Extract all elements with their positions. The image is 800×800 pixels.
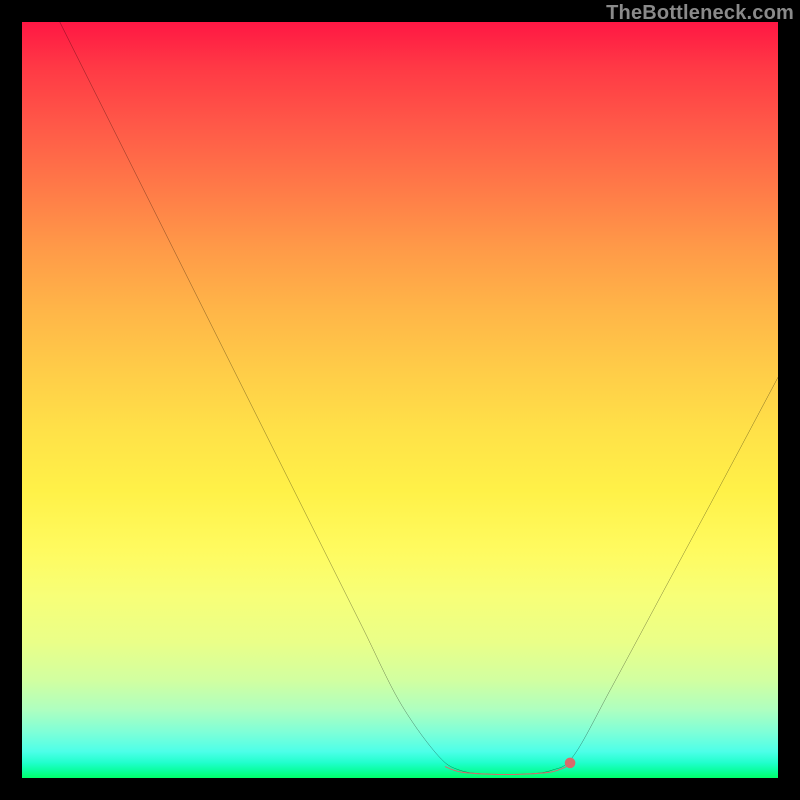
- flat-bottom-highlight: [445, 767, 566, 775]
- watermark-text: TheBottleneck.com: [606, 2, 794, 25]
- bottleneck-curve-svg: [22, 22, 778, 778]
- chart-frame: TheBottleneck.com: [0, 0, 800, 800]
- bottleneck-curve: [60, 22, 778, 775]
- highlight-endpoint: [565, 758, 576, 769]
